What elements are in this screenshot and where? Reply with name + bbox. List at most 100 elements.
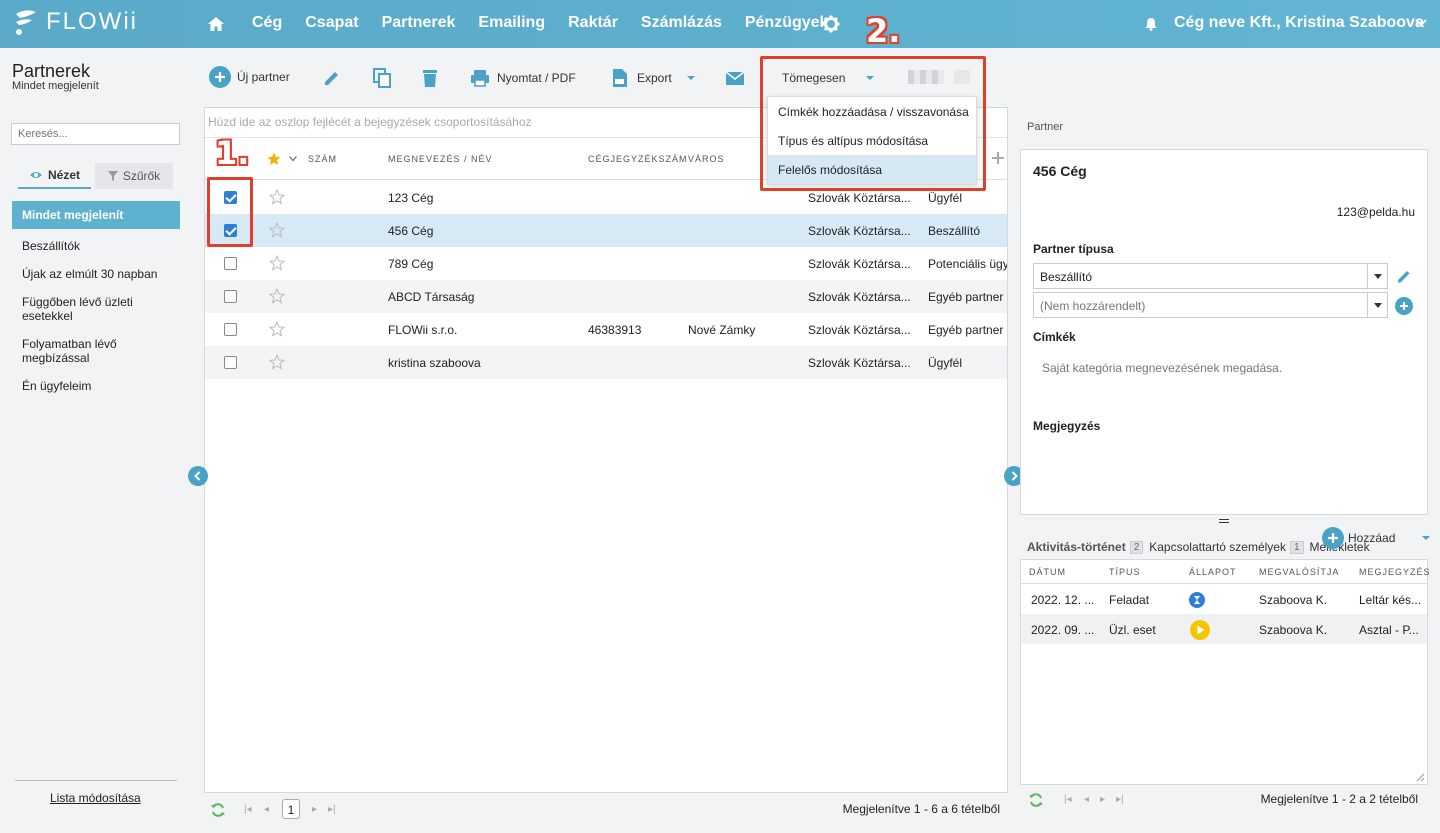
list-view-all[interactable]: Mindet megjelenít xyxy=(12,201,180,229)
edit-pencil-icon[interactable] xyxy=(1395,267,1413,285)
nav-raktar[interactable]: Raktár xyxy=(568,14,618,32)
tab-activity-history[interactable]: Aktivitás-történet xyxy=(1027,540,1126,554)
export-button[interactable]: Export xyxy=(609,67,696,89)
column-type[interactable]: Típus xyxy=(1109,567,1141,577)
cell-country: Szlovák Köztársa... xyxy=(808,356,911,370)
column-city[interactable]: Város xyxy=(688,154,725,164)
first-page-icon[interactable]: |◂ xyxy=(1064,794,1072,805)
cell-date: 2022. 12. ... xyxy=(1031,593,1095,607)
user-menu[interactable]: Cég neve Kft., Kristina Szaboova xyxy=(1174,14,1424,32)
chevron-down-icon[interactable] xyxy=(1413,14,1429,30)
row-checkbox[interactable] xyxy=(224,323,237,336)
star-outline-icon[interactable] xyxy=(269,321,285,337)
add-column-icon[interactable] xyxy=(991,151,1005,165)
column-owner[interactable]: Megvalósítja xyxy=(1259,567,1339,577)
cell-regno: 46383913 xyxy=(588,323,642,337)
home-icon[interactable] xyxy=(206,14,226,34)
column-date[interactable]: Dátum xyxy=(1029,567,1066,577)
prev-page-icon[interactable]: ◂ xyxy=(264,804,269,815)
list-view-suppliers[interactable]: Beszállítók xyxy=(12,232,180,260)
column-regno[interactable]: Cégjegyzékszám xyxy=(588,154,688,164)
refresh-icon[interactable] xyxy=(210,802,226,818)
tab-view[interactable]: Nézet xyxy=(18,163,91,189)
chevron-down-icon[interactable] xyxy=(289,156,297,162)
copy-icon[interactable] xyxy=(371,67,393,89)
nav-ceg[interactable]: Cég xyxy=(252,14,282,32)
next-page-icon[interactable]: ▸ xyxy=(1100,794,1105,805)
annotation-label-two: 2. xyxy=(866,12,901,50)
cell-country: Szlovák Köztársa... xyxy=(808,224,911,238)
partner-email[interactable]: 123@pelda.hu xyxy=(1337,205,1415,219)
gear-icon[interactable] xyxy=(821,14,841,34)
caret-down-icon xyxy=(1367,293,1387,317)
star-outline-icon[interactable] xyxy=(269,354,285,370)
print-pdf-button[interactable]: Nyomtat / PDF xyxy=(469,67,576,89)
add-circle-icon xyxy=(209,66,231,88)
resize-grip-icon[interactable] xyxy=(1415,772,1425,782)
resize-handle[interactable] xyxy=(1219,519,1229,523)
table-row[interactable]: kristina szaboova Szlovák Köztársa... Üg… xyxy=(205,346,1007,379)
trash-icon[interactable] xyxy=(419,67,441,89)
cell-date: 2022. 09. ... xyxy=(1031,623,1095,637)
next-page-icon[interactable]: ▸ xyxy=(312,804,317,815)
table-row[interactable]: FLOWii s.r.o. 46383913 Nové Zámky Szlová… xyxy=(205,313,1007,346)
table-row[interactable]: 2022. 09. ... Üzl. eset Szaboova K. Aszt… xyxy=(1021,614,1427,644)
add-activity-button[interactable]: Hozzáad xyxy=(1322,527,1431,549)
star-filled-icon[interactable] xyxy=(267,152,281,166)
logo[interactable]: FLOWii xyxy=(12,6,138,38)
nav-penzugyek[interactable]: Pénzügyek xyxy=(745,14,829,32)
caret-down-icon xyxy=(1422,536,1431,540)
list-view-my-clients[interactable]: Én ügyfeleim xyxy=(12,372,180,400)
partner-section-label: Partner xyxy=(1027,121,1064,133)
edit-pencil-icon[interactable] xyxy=(321,67,343,89)
cell-name: FLOWii s.r.o. xyxy=(388,323,458,337)
nav-emailing[interactable]: Emailing xyxy=(478,14,545,32)
row-checkbox[interactable] xyxy=(224,290,237,303)
partner-subtype-select[interactable]: (Nem hozzárendelt) xyxy=(1033,292,1388,318)
table-row[interactable]: ABCD Társaság Szlovák Köztársa... Egyéb … xyxy=(205,280,1007,313)
list-view-in-progress[interactable]: Folyamatban lévő megbízással xyxy=(12,330,180,372)
star-outline-icon[interactable] xyxy=(269,189,285,205)
partner-type-select[interactable]: Beszállító xyxy=(1033,263,1388,289)
column-note[interactable]: Megjegyzés xyxy=(1359,567,1431,577)
caret-down-icon xyxy=(686,76,695,80)
current-page[interactable]: 1 xyxy=(282,799,300,819)
bell-icon[interactable] xyxy=(1143,16,1159,32)
email-icon[interactable] xyxy=(724,67,746,89)
last-page-icon[interactable]: ▸| xyxy=(1116,794,1124,805)
tab-filters[interactable]: Szűrők xyxy=(95,163,173,189)
caret-down-icon xyxy=(1367,264,1387,288)
row-checkbox[interactable] xyxy=(224,356,237,369)
nav-szamlazas[interactable]: Számlázás xyxy=(641,14,722,32)
nav-partnerek[interactable]: Partnerek xyxy=(382,14,456,32)
star-outline-icon[interactable] xyxy=(269,222,285,238)
tags-input-hint[interactable]: Saját kategória megnevezésének megadása. xyxy=(1042,361,1282,375)
column-name[interactable]: Megnevezés / Név xyxy=(388,154,493,164)
table-row[interactable]: 789 Cég Szlovák Köztársa... Potenciális … xyxy=(205,247,1007,280)
list-view-new-30-days[interactable]: Újak az elmúlt 30 napban xyxy=(12,260,180,288)
partner-subtype-value: (Nem hozzárendelt) xyxy=(1040,299,1146,313)
cell-name: 123 Cég xyxy=(388,191,434,205)
table-row[interactable]: 456 Cég Szlovák Köztársa... Beszállító xyxy=(205,214,1007,247)
edit-list-link[interactable]: Lista módosítása xyxy=(50,791,141,805)
last-page-icon[interactable]: ▸| xyxy=(328,804,336,815)
left-panel: Partnerek Mindet megjelenít Nézet Szűrők… xyxy=(0,48,192,833)
page-title: Partnerek xyxy=(12,61,91,81)
list-view-pending-cases[interactable]: Függőben lévő üzleti esetekkel xyxy=(12,288,180,330)
new-partner-button[interactable]: Új partner xyxy=(209,66,290,88)
row-checkbox[interactable] xyxy=(224,257,237,270)
column-status[interactable]: Állapot xyxy=(1189,567,1237,577)
search-input[interactable] xyxy=(11,123,180,145)
column-number[interactable]: Szám xyxy=(308,154,337,164)
nav-csapat[interactable]: Csapat xyxy=(305,14,358,32)
first-page-icon[interactable]: |◂ xyxy=(244,804,252,815)
cell-type: Beszállító xyxy=(928,224,981,238)
add-circle-icon[interactable] xyxy=(1395,297,1413,315)
prev-page-icon[interactable]: ◂ xyxy=(1084,794,1089,805)
tab-contacts[interactable]: Kapcsolattartó személyek xyxy=(1149,540,1286,554)
table-row[interactable]: 2022. 12. ... Feladat Szaboova K. Leltár… xyxy=(1021,584,1427,614)
refresh-icon[interactable] xyxy=(1028,792,1044,808)
star-outline-icon[interactable] xyxy=(269,288,285,304)
star-outline-icon[interactable] xyxy=(269,255,285,271)
collapse-left-button[interactable] xyxy=(188,466,208,486)
